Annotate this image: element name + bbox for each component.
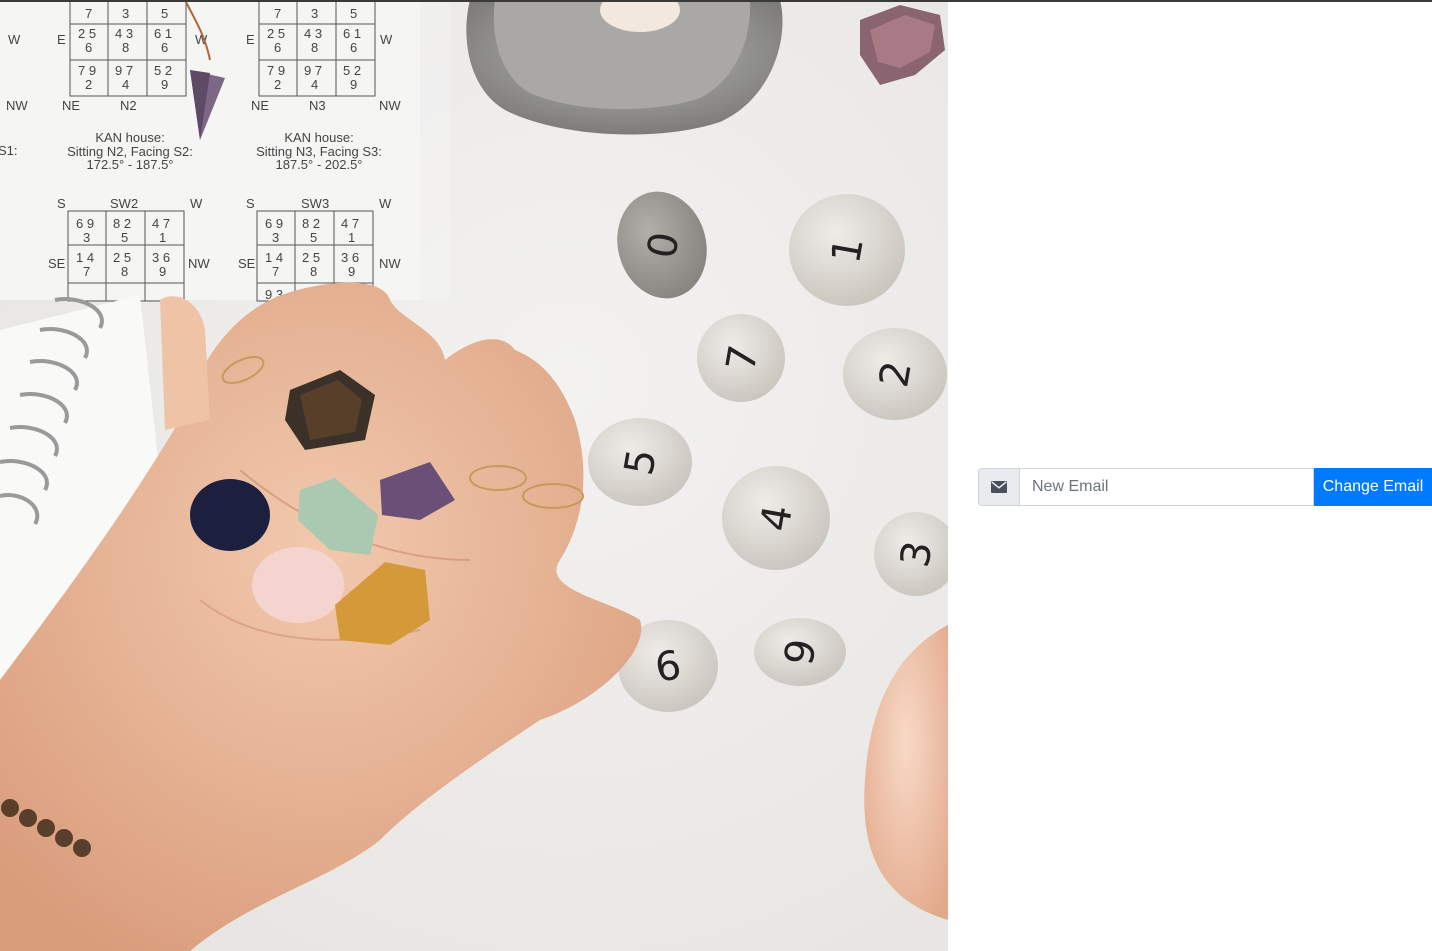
compass-label: S1: — [0, 143, 18, 158]
kan-degrees: 172.5° - 187.5° — [86, 157, 173, 172]
grid-cell: 4 7 — [152, 216, 170, 231]
grid-cell: 1 4 — [76, 250, 94, 265]
compass-label: W — [190, 196, 203, 211]
grid-cell: 4 7 — [341, 216, 359, 231]
grid-cell: 3 — [122, 6, 129, 21]
grid-cell: 9 7 — [304, 63, 322, 78]
compass-label: SE — [238, 256, 256, 271]
grid-cell: 9 — [161, 77, 168, 92]
kan-title: KAN house: — [284, 130, 353, 145]
grid-cell: 2 5 — [113, 250, 131, 265]
grid-cell: 5 2 — [154, 63, 172, 78]
grid-cell: 5 2 — [343, 63, 361, 78]
new-email-input[interactable] — [1019, 468, 1314, 506]
grid-cell: 5 — [121, 230, 128, 245]
compass-label: E — [246, 32, 255, 47]
grid-cell: 7 9 — [78, 63, 96, 78]
grid-cell: 8 — [310, 264, 317, 279]
kan-degrees: 187.5° - 202.5° — [275, 157, 362, 172]
change-email-form: Change Email — [978, 468, 1432, 506]
grid-cell: 7 — [274, 6, 281, 21]
grid-cell: 1 — [348, 230, 355, 245]
envelope-icon — [991, 481, 1007, 493]
grid-cell: 8 — [122, 40, 129, 55]
grid-cell: 7 — [272, 264, 279, 279]
grid-cell: 6 9 — [76, 216, 94, 231]
grid-cell: 4 — [311, 77, 318, 92]
compass-label: SW3 — [301, 196, 329, 211]
compass-label: SW2 — [110, 196, 138, 211]
compass-label: S — [246, 196, 255, 211]
hero-image: 7 3 5 2 5 4 3 6 1 6 8 6 7 9 9 7 5 2 2 4 … — [0, 0, 948, 951]
grid-cell: 7 9 — [267, 63, 285, 78]
grid-cell: 1 — [159, 230, 166, 245]
grid-cell: 6 1 — [154, 26, 172, 41]
top-border — [0, 0, 1432, 2]
grid-cell: 6 9 — [265, 216, 283, 231]
grid-cell: 8 2 — [302, 216, 320, 231]
email-addon — [978, 468, 1019, 506]
compass-label: NE — [62, 98, 80, 113]
kan-title: KAN house: — [95, 130, 164, 145]
grid-cell: 3 — [83, 230, 90, 245]
grid-cell: 2 5 — [78, 26, 96, 41]
grid-cell: 8 — [311, 40, 318, 55]
grid-cell: 2 5 — [302, 250, 320, 265]
compass-label: N2 — [120, 98, 137, 113]
grid-cell: 9 7 — [115, 63, 133, 78]
grid-cell: 8 2 — [113, 216, 131, 231]
grid-cell: 6 — [350, 40, 357, 55]
compass-label: NW — [188, 256, 210, 271]
grid-cell: 3 6 — [341, 250, 359, 265]
grid-cell: 2 5 — [267, 26, 285, 41]
grid-cell: 7 — [85, 6, 92, 21]
grid-cell: 9 — [348, 264, 355, 279]
grid-cell: 9 — [159, 264, 166, 279]
grid-cell: 7 — [83, 264, 90, 279]
compass-label: W — [8, 32, 21, 47]
grid-cell: 6 — [161, 40, 168, 55]
compass-label: E — [57, 32, 66, 47]
grid-cell: 8 — [121, 264, 128, 279]
grid-cell: 5 — [350, 6, 357, 21]
grid-cell: 3 — [272, 230, 279, 245]
change-email-button[interactable]: Change Email — [1314, 468, 1432, 506]
compass-label: W — [380, 32, 393, 47]
grid-cell: 6 1 — [343, 26, 361, 41]
grid-cell: 5 — [161, 6, 168, 21]
grid-cell: 4 3 — [304, 26, 322, 41]
compass-label: S — [57, 196, 66, 211]
grid-cell: 6 — [85, 40, 92, 55]
compass-label: NW — [6, 98, 28, 113]
compass-label: W — [379, 196, 392, 211]
grid-cell: 2 — [274, 77, 281, 92]
grid-cell: 1 4 — [265, 250, 283, 265]
grid-cell: 3 6 — [152, 250, 170, 265]
hero-photo: 7 3 5 2 5 4 3 6 1 6 8 6 7 9 9 7 5 2 2 4 … — [0, 0, 948, 951]
grid-cell: 6 — [274, 40, 281, 55]
compass-label: NW — [379, 256, 401, 271]
compass-label: N3 — [309, 98, 326, 113]
grid-cell: 9 — [350, 77, 357, 92]
grid-cell: 3 — [311, 6, 318, 21]
compass-label: SE — [48, 256, 66, 271]
compass-label: NW — [379, 98, 401, 113]
grid-cell: 4 3 — [115, 26, 133, 41]
grid-cell: 4 — [122, 77, 129, 92]
compass-label: NE — [251, 98, 269, 113]
chart-sheet: 7 3 5 2 5 4 3 6 1 6 8 6 7 9 9 7 5 2 2 4 … — [0, 0, 450, 302]
grid-cell: 5 — [310, 230, 317, 245]
grid-cell: 2 — [85, 77, 92, 92]
